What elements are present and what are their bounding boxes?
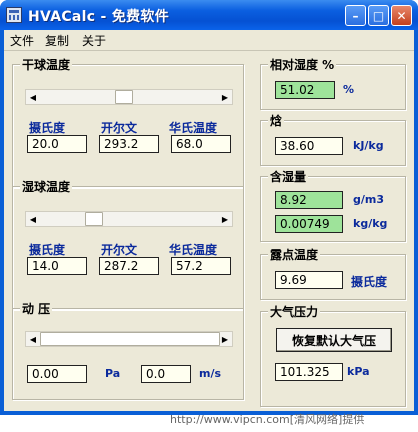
relative-humidity-field[interactable]: 51.02 — [275, 81, 335, 99]
menu-file[interactable]: 文件 — [10, 32, 34, 49]
menu-divider — [4, 50, 414, 51]
wet-bulb-group: 湿球温度 ◀ ▶ 摄氏度 开尔文 华氏温度 14.0 287.2 57.2 — [12, 178, 244, 310]
dynamic-pressure-group: 动 压 ◀ ▶ 0.00 Pa 0.0 m/s — [12, 300, 244, 400]
maximize-icon: □ — [372, 8, 385, 23]
dew-point-unit-label: 摄氏度 — [351, 275, 388, 289]
dynamic-pressure-slider[interactable]: ◀ ▶ — [25, 331, 233, 347]
watermark-text: http://www.vipcn.com[清风网络]提供 — [170, 413, 365, 426]
client-area: 文件 复制 关于 干球温度 ◀ ▶ 摄氏度 开尔文 华氏温度 20.0 293.… — [4, 30, 414, 411]
kgkg-unit-label: kg/kg — [353, 217, 388, 230]
enthalpy-unit-label: kJ/kg — [353, 139, 384, 152]
slider-thumb[interactable] — [84, 212, 103, 226]
dry-fahrenheit-field[interactable]: 68.0 — [171, 135, 231, 153]
dry-celsius-label: 摄氏度 — [29, 121, 66, 135]
dew-point-title: 露点温度 — [268, 246, 321, 263]
enthalpy-field[interactable]: 38.60 — [275, 137, 343, 155]
wet-kelvin-field[interactable]: 287.2 — [99, 257, 159, 275]
app-calculator-icon[interactable] — [6, 7, 22, 23]
wet-celsius-field[interactable]: 14.0 — [27, 257, 87, 275]
menu-about[interactable]: 关于 — [82, 32, 106, 49]
dry-kelvin-label: 开尔文 — [101, 121, 138, 135]
slider-thumb[interactable] — [115, 90, 134, 104]
dry-bulb-slider[interactable]: ◀ ▶ — [25, 89, 233, 105]
dew-point-group: 露点温度 9.69 摄氏度 — [260, 246, 406, 300]
atmosphere-field[interactable]: 101.325 — [275, 363, 343, 381]
reset-atmosphere-button[interactable]: 恢复默认大气压 — [276, 328, 392, 352]
scroll-right-icon[interactable]: ▶ — [218, 332, 232, 346]
scroll-left-icon[interactable]: ◀ — [26, 332, 40, 346]
wet-fahrenheit-field[interactable]: 57.2 — [171, 257, 231, 275]
relative-humidity-title: 相对湿度 % — [268, 56, 337, 73]
relative-humidity-group: 相对湿度 % 51.02 % — [260, 56, 406, 110]
wet-bulb-title: 湿球温度 — [20, 178, 73, 195]
pressure-pa-field[interactable]: 0.00 — [27, 365, 87, 383]
moisture-gm3-field[interactable]: 8.92 — [275, 191, 343, 209]
dry-bulb-group: 干球温度 ◀ ▶ 摄氏度 开尔文 华氏温度 20.0 293.2 68.0 — [12, 56, 244, 188]
dry-bulb-title: 干球温度 — [20, 56, 73, 73]
wet-celsius-label: 摄氏度 — [29, 243, 66, 257]
atmosphere-title: 大气压力 — [268, 303, 321, 320]
close-button[interactable]: ✕ — [391, 5, 412, 26]
percent-unit-label: % — [343, 83, 355, 96]
dry-kelvin-field[interactable]: 293.2 — [99, 135, 159, 153]
dew-point-field[interactable]: 9.69 — [275, 271, 343, 289]
minimize-icon: – — [352, 8, 359, 23]
scroll-left-icon[interactable]: ◀ — [26, 212, 40, 226]
scroll-left-icon[interactable]: ◀ — [26, 90, 40, 104]
minimize-button[interactable]: – — [345, 5, 366, 26]
enthalpy-title: 焓 — [268, 112, 285, 129]
menu-copy[interactable]: 复制 — [45, 32, 69, 49]
dry-fahrenheit-label: 华氏温度 — [169, 121, 218, 135]
wet-bulb-slider[interactable]: ◀ ▶ — [25, 211, 233, 227]
dry-celsius-field[interactable]: 20.0 — [27, 135, 87, 153]
enthalpy-group: 焓 38.60 kJ/kg — [260, 112, 406, 166]
atmosphere-group: 大气压力 101.325 kPa — [260, 303, 406, 407]
pa-unit-label: Pa — [105, 367, 121, 380]
scroll-right-icon[interactable]: ▶ — [218, 90, 232, 104]
window-title: HVACalc - 免费软件 — [28, 9, 170, 25]
moisture-title: 含湿量 — [268, 168, 309, 185]
title-bar[interactable]: HVACalc - 免费软件 – □ ✕ — [0, 0, 418, 30]
dynamic-pressure-title: 动 压 — [20, 300, 53, 317]
slider-thumb[interactable] — [40, 332, 220, 346]
maximize-button[interactable]: □ — [368, 5, 389, 26]
moisture-group: 含湿量 8.92 g/m3 0.00749 kg/kg — [260, 168, 406, 242]
scroll-right-icon[interactable]: ▶ — [218, 212, 232, 226]
app-window: HVACalc - 免费软件 – □ ✕ 文件 复制 关于 干球温度 ◀ ▶ 摄… — [0, 0, 418, 415]
kpa-unit-label: kPa — [347, 365, 370, 378]
wet-kelvin-label: 开尔文 — [101, 243, 138, 257]
velocity-field[interactable]: 0.0 — [141, 365, 191, 383]
gm3-unit-label: g/m3 — [353, 193, 385, 206]
close-icon: ✕ — [396, 8, 407, 23]
wet-fahrenheit-label: 华氏温度 — [169, 243, 218, 257]
ms-unit-label: m/s — [199, 367, 222, 380]
menu-bar: 文件 复制 关于 — [4, 30, 414, 50]
moisture-kgkg-field[interactable]: 0.00749 — [275, 215, 343, 233]
